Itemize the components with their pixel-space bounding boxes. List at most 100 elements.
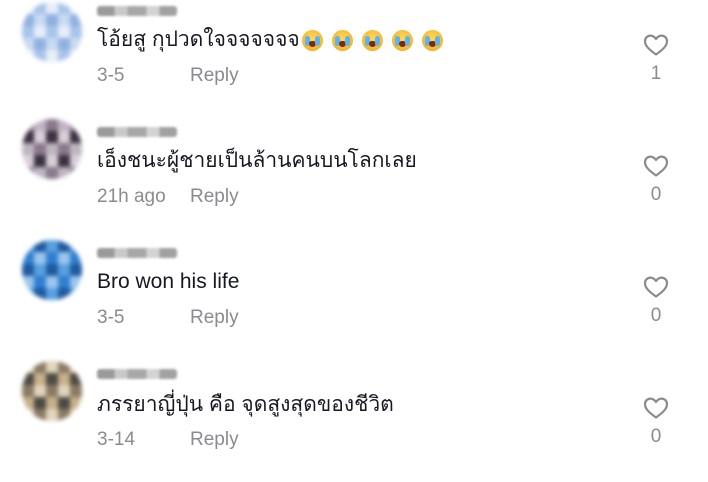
avatar-pixel — [22, 50, 34, 62]
avatar-pixel — [58, 240, 70, 252]
avatar-pixel — [70, 361, 82, 373]
avatar-pixel — [34, 50, 46, 62]
avatar-pixel — [58, 252, 70, 264]
avatar-pixel — [34, 288, 46, 300]
like-button[interactable] — [641, 33, 671, 57]
reply-button[interactable]: Reply — [190, 429, 239, 451]
comment-username[interactable]: B — [97, 248, 177, 258]
avatar-pixel — [58, 38, 70, 50]
avatar-pixel — [70, 143, 82, 155]
avatar-pixel — [70, 119, 82, 131]
avatar-pixel — [58, 143, 70, 155]
avatar-pixel — [34, 14, 46, 26]
avatar-pixel — [58, 373, 70, 385]
avatar-pixel — [58, 397, 70, 409]
comment-text: เอ็งชนะผู้ชายเป็นล้านคนบนโลกเลย — [97, 149, 417, 172]
comment-username[interactable]: P — [97, 6, 177, 16]
avatar-pixel — [34, 361, 46, 373]
comment-item: P โอ้ยสู กุปวดใจจจจจจจ 3-5 Reply 1 — [0, 0, 708, 119]
reply-button[interactable]: Reply — [190, 307, 239, 329]
comment-meta: 3-5 Reply — [97, 65, 239, 87]
comment-item: B Bro won his life 3-5 Reply 0 — [0, 240, 708, 361]
avatar-pixel — [70, 50, 82, 62]
avatar-pixel — [46, 409, 58, 421]
avatar-pixel — [58, 2, 70, 14]
avatar-pixel — [70, 155, 82, 167]
avatar-pixel — [70, 240, 82, 252]
emoji-row — [301, 27, 452, 53]
avatar-pixel — [70, 288, 82, 300]
avatar-pixel — [70, 38, 82, 50]
avatar-pixel — [70, 26, 82, 38]
avatar-pixel — [46, 143, 58, 155]
comment-text: โอ้ยสู กุปวดใจจจจจจจ — [97, 27, 452, 53]
avatar-pixel — [22, 2, 34, 14]
avatar-pixel — [70, 2, 82, 14]
avatar-pixel — [70, 397, 82, 409]
avatar-pixel — [46, 240, 58, 252]
loudly-crying-face-emoji — [391, 30, 413, 52]
avatar-pixel — [22, 143, 34, 155]
avatar-pixel — [34, 276, 46, 288]
avatar[interactable] — [22, 240, 82, 300]
comment-username[interactable]: T — [97, 369, 177, 379]
avatar-pixel — [46, 2, 58, 14]
avatar[interactable] — [22, 119, 82, 179]
avatar-pixel — [46, 252, 58, 264]
avatar-pixel — [34, 264, 46, 276]
avatar-pixel — [22, 385, 34, 397]
loudly-crying-face-emoji — [421, 30, 443, 52]
comment-text: Bro won his life — [97, 270, 240, 293]
heart-icon — [643, 34, 669, 56]
avatar-pixel — [58, 14, 70, 26]
avatar-pixel — [70, 276, 82, 288]
avatar-pixel — [34, 397, 46, 409]
avatar-pixel — [58, 385, 70, 397]
like-button[interactable] — [641, 396, 671, 420]
avatar-pixel — [70, 14, 82, 26]
like-count: 0 — [650, 426, 662, 447]
avatar-pixel — [34, 252, 46, 264]
avatar-pixel — [70, 252, 82, 264]
avatar-pixel — [70, 167, 82, 179]
like-button[interactable] — [641, 154, 671, 178]
avatar-pixel — [58, 264, 70, 276]
avatar-pixel — [46, 397, 58, 409]
avatar-pixel — [58, 26, 70, 38]
avatar-pixel — [22, 38, 34, 50]
comment-text: ภรรยาญี่ปุ่น คือ จุดสูงสุดของชีวิต — [97, 393, 394, 416]
avatar-pixel — [46, 264, 58, 276]
avatar-pixel — [46, 276, 58, 288]
reply-button[interactable]: Reply — [190, 186, 239, 208]
like-button[interactable] — [641, 275, 671, 299]
avatar-pixel — [34, 119, 46, 131]
avatar-pixel — [58, 155, 70, 167]
loudly-crying-face-emoji — [301, 30, 323, 52]
avatar[interactable] — [22, 361, 82, 421]
avatar-pixel — [58, 361, 70, 373]
avatar-pixel — [22, 240, 34, 252]
reply-button[interactable]: Reply — [190, 65, 239, 87]
avatar-pixel — [34, 385, 46, 397]
avatar-pixel — [34, 26, 46, 38]
comment-username[interactable]: M — [97, 127, 177, 137]
avatar-pixel — [70, 373, 82, 385]
avatar-pixel — [34, 38, 46, 50]
comment-item: M เอ็งชนะผู้ชายเป็นล้านคนบนโลกเลย 21h ag… — [0, 119, 708, 240]
avatar-pixel — [46, 373, 58, 385]
avatar-pixel — [70, 131, 82, 143]
avatar-pixel — [22, 397, 34, 409]
avatar-pixel — [22, 276, 34, 288]
avatar-pixel — [46, 361, 58, 373]
like-count: 1 — [650, 63, 662, 84]
avatar-pixel — [34, 131, 46, 143]
heart-icon — [643, 155, 669, 177]
avatar-pixel — [34, 409, 46, 421]
avatar-pixel — [58, 50, 70, 62]
avatar[interactable] — [22, 2, 82, 62]
avatar-pixel — [58, 288, 70, 300]
comment-date: 3-5 — [97, 65, 125, 86]
avatar-pixel — [46, 385, 58, 397]
comment-date: 3-5 — [97, 307, 125, 328]
avatar-pixel — [22, 155, 34, 167]
